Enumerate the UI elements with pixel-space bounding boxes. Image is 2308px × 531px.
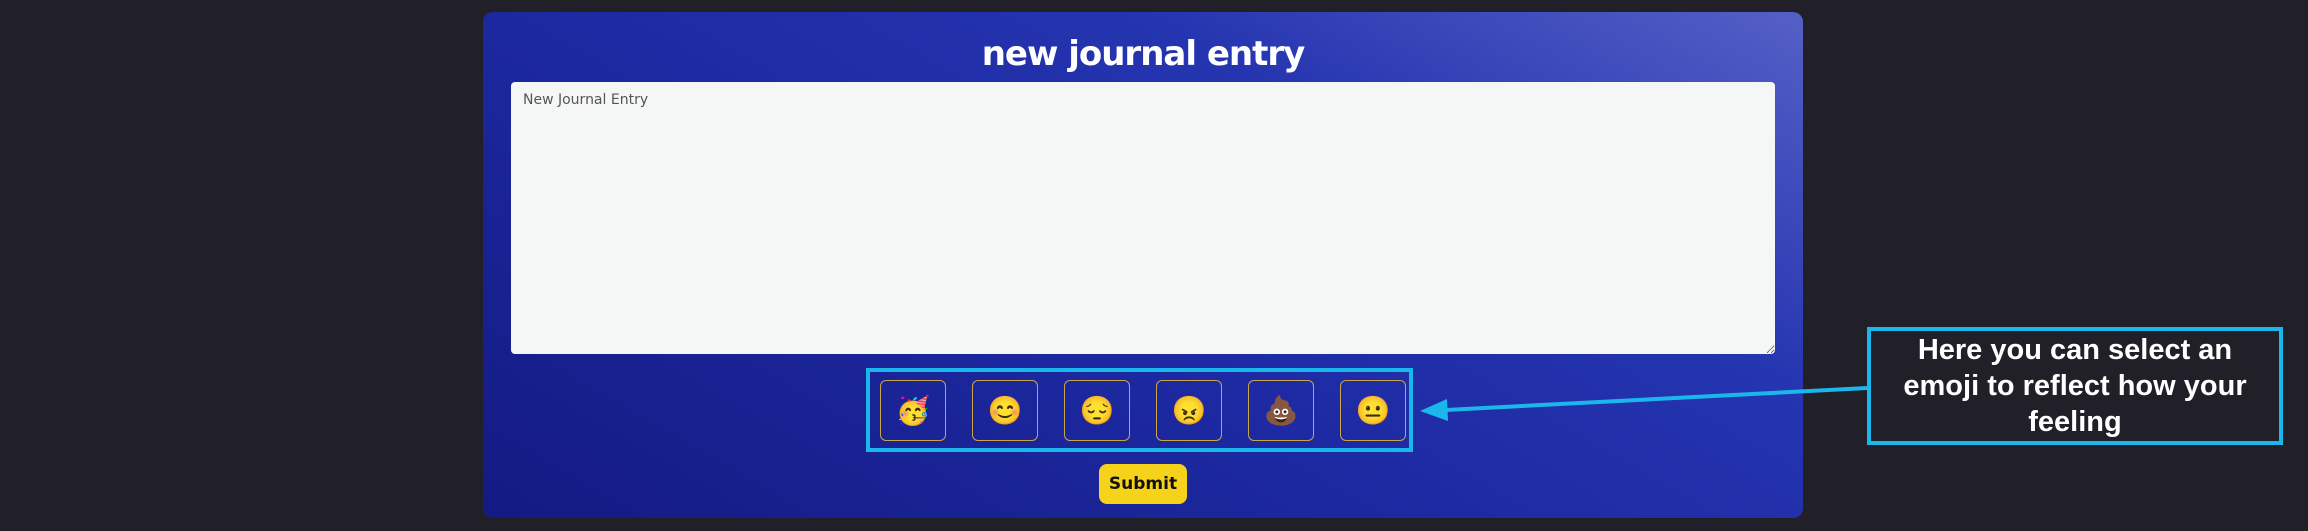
annotation-callout: Here you can select an emoji to reflect … (1867, 327, 2283, 445)
pile-of-poo-icon: 💩 (1263, 395, 1299, 426)
journal-entry-textarea[interactable] (511, 82, 1775, 354)
emoji-selector: 🥳 😊 😔 😠 💩 😐 (880, 380, 1406, 441)
emoji-button-pensive[interactable]: 😔 (1064, 380, 1130, 441)
emoji-button-smiling[interactable]: 😊 (972, 380, 1038, 441)
emoji-button-partying[interactable]: 🥳 (880, 380, 946, 441)
angry-face-icon: 😠 (1171, 395, 1207, 426)
page-title: new journal entry (981, 34, 1306, 74)
submit-button[interactable]: Submit (1099, 464, 1187, 504)
callout-text: Here you can select an emoji to reflect … (1903, 334, 2247, 438)
emoji-button-neutral[interactable]: 😐 (1340, 380, 1406, 441)
smiling-face-icon: 😊 (987, 395, 1023, 426)
neutral-face-icon: 😐 (1355, 395, 1391, 426)
emoji-button-poo[interactable]: 💩 (1248, 380, 1314, 441)
journal-entry-card: new journal entry 🥳 😊 😔 😠 💩 😐 Submit (483, 12, 1803, 518)
pensive-face-icon: 😔 (1079, 395, 1115, 426)
partying-face-icon: 🥳 (895, 395, 931, 426)
emoji-button-angry[interactable]: 😠 (1156, 380, 1222, 441)
